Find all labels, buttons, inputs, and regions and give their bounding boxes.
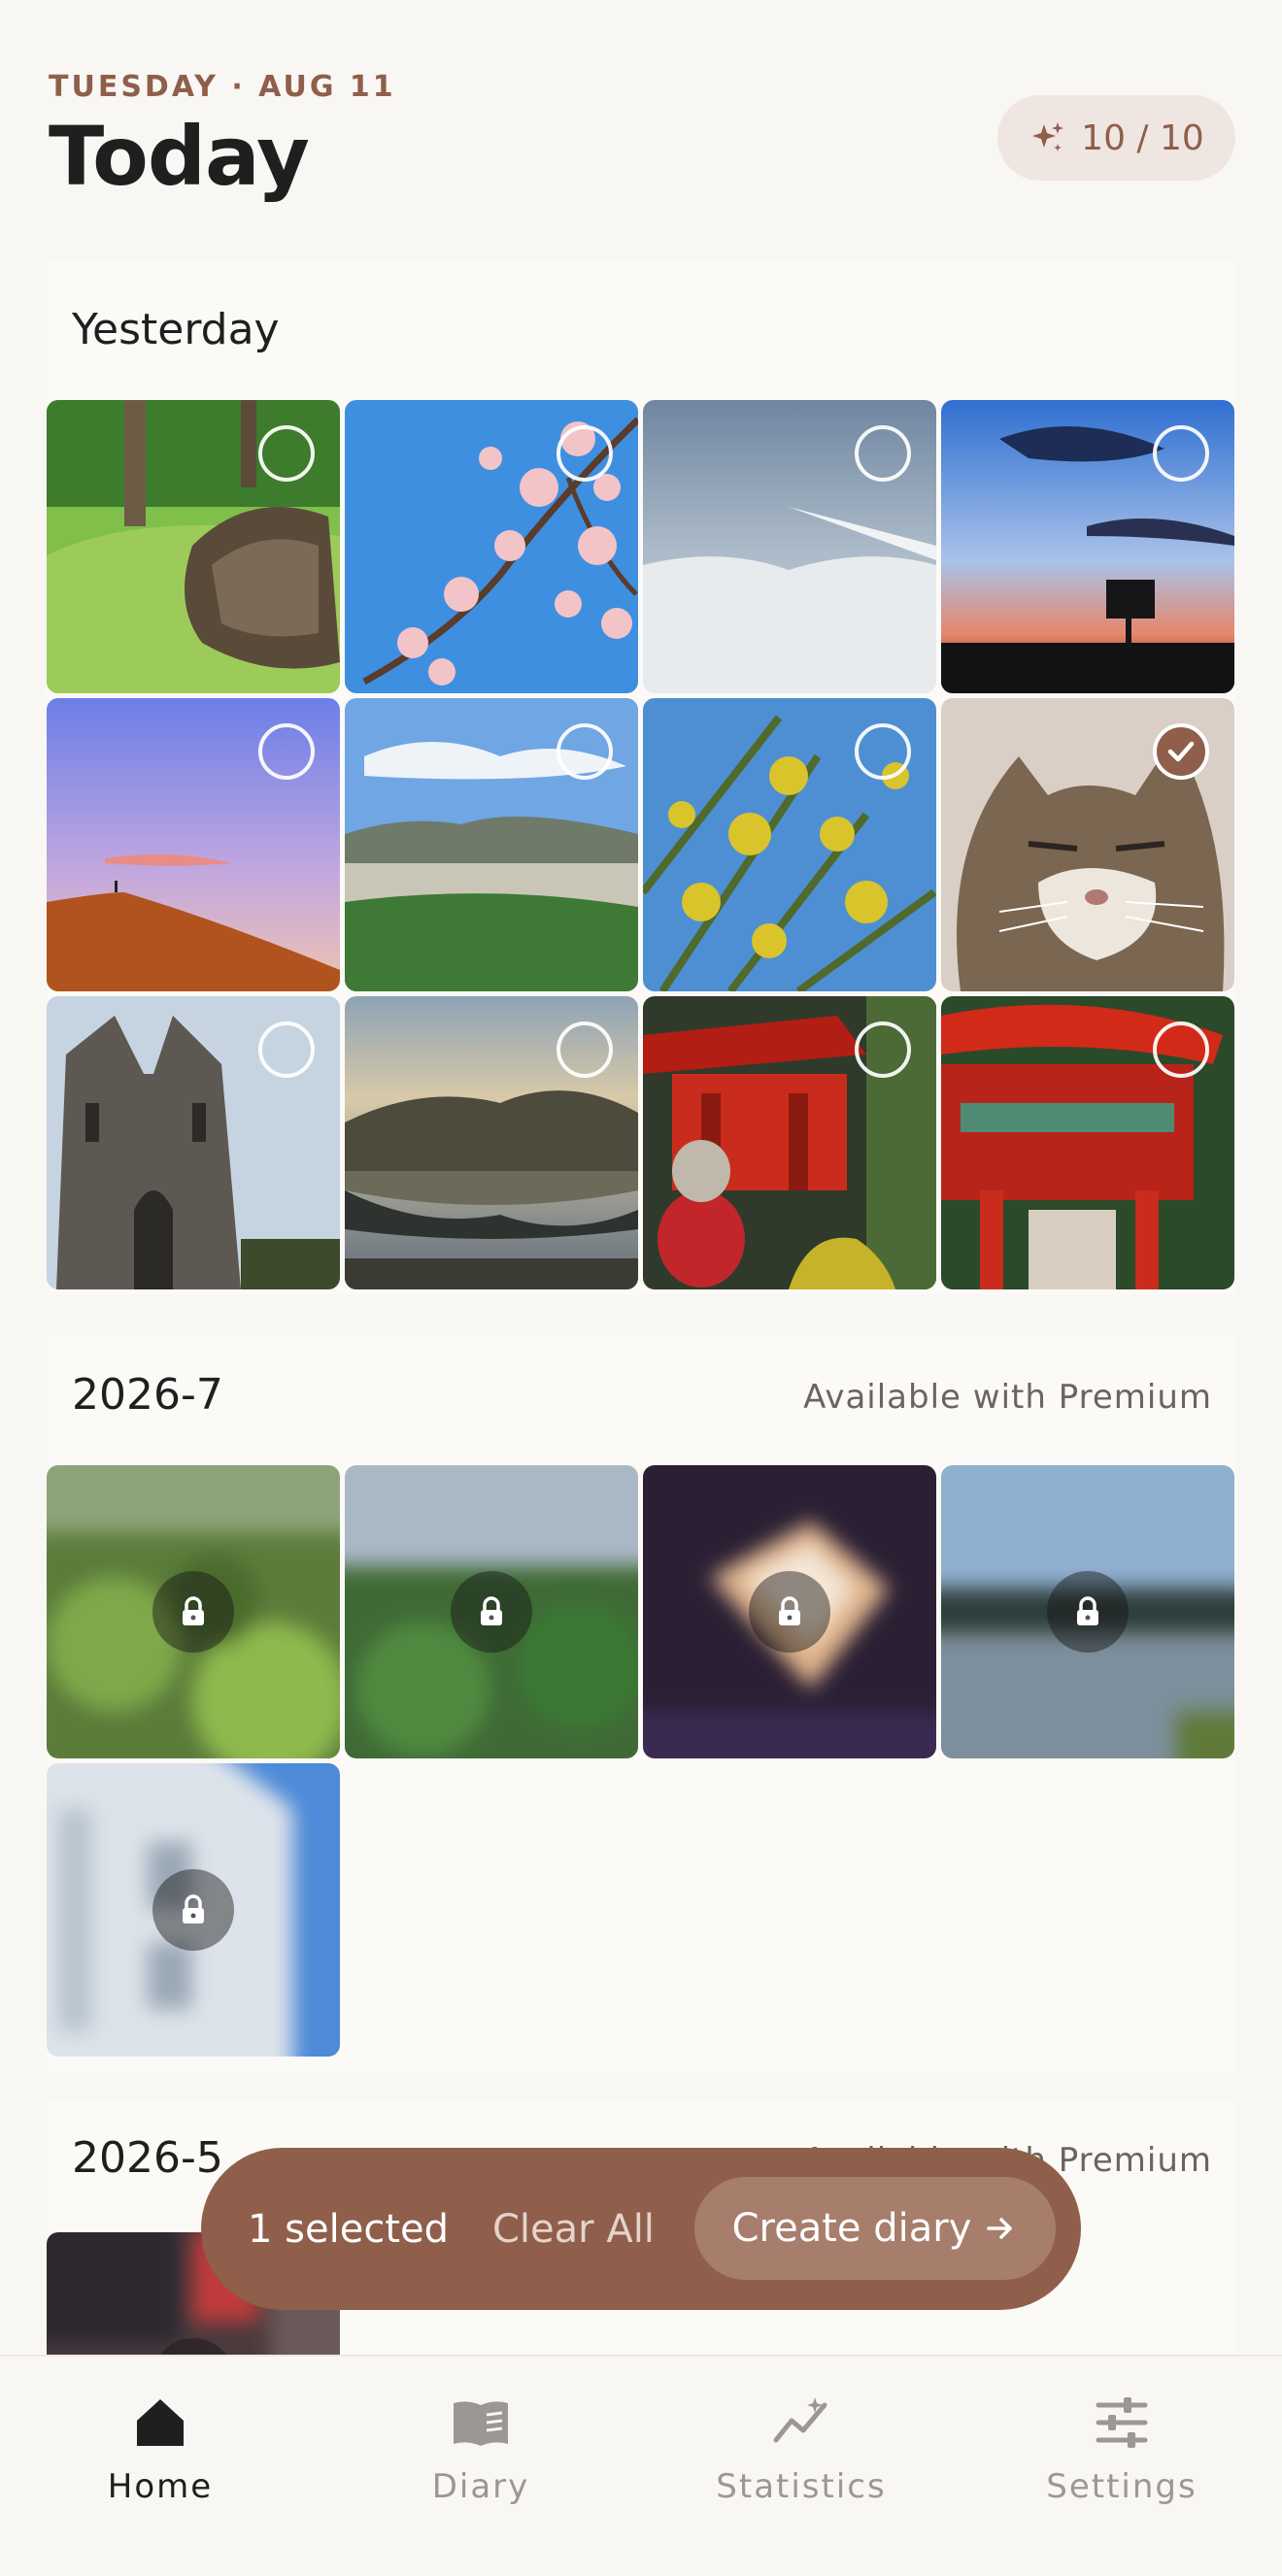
select-checkbox[interactable]: [855, 425, 911, 482]
lock-badge: [152, 1869, 234, 1951]
locked-photo-tile[interactable]: [345, 1465, 638, 1758]
locked-photo-tile[interactable]: [47, 1763, 340, 2057]
home-icon: [137, 2399, 184, 2446]
nav-item-statistics[interactable]: Statistics: [641, 2357, 962, 2576]
photo-tile[interactable]: [643, 400, 936, 693]
create-diary-label: Create diary: [731, 2206, 972, 2251]
locked-photo-tile[interactable]: [941, 1465, 1234, 1758]
select-checkbox[interactable]: [1153, 425, 1209, 482]
select-checkbox[interactable]: [557, 425, 613, 482]
photo-tile[interactable]: [47, 400, 340, 693]
photo-tile[interactable]: [47, 698, 340, 991]
selection-action-bar: 1 selected Clear All Create diary: [201, 2148, 1081, 2310]
select-checkbox[interactable]: [258, 723, 315, 780]
bottom-nav: Home Diary Statistics Settings: [0, 2355, 1282, 2576]
lock-badge: [749, 1571, 830, 1653]
photo-tile[interactable]: [345, 400, 638, 693]
lock-badge: [1047, 1571, 1129, 1653]
photo-tile[interactable]: [643, 996, 936, 1289]
photo-tile[interactable]: [941, 698, 1234, 991]
section-title: Yesterday: [72, 305, 280, 354]
select-checkbox[interactable]: [258, 1021, 315, 1078]
photo-tile[interactable]: [643, 698, 936, 991]
locked-photo-tile[interactable]: [47, 1465, 340, 1758]
nav-item-settings[interactable]: Settings: [962, 2357, 1282, 2576]
lock-icon: [779, 1596, 800, 1625]
arrow-right-icon: [987, 2218, 1013, 2239]
section-2026-7: 2026-7 Available with Premium: [47, 1335, 1235, 2073]
lock-icon: [1077, 1596, 1098, 1625]
create-diary-button[interactable]: Create diary: [694, 2177, 1056, 2280]
lock-icon: [183, 1894, 204, 1924]
sliders-icon: [1096, 2397, 1148, 2448]
photo-tile[interactable]: [47, 996, 340, 1289]
quota-text: 10 / 10: [1081, 117, 1204, 158]
select-checkbox[interactable]: [1153, 1021, 1209, 1078]
lock-icon: [183, 1596, 204, 1625]
quota-badge[interactable]: 10 / 10: [997, 95, 1235, 181]
select-checkbox-checked[interactable]: [1153, 723, 1209, 780]
section-title: 2026-5: [72, 2133, 223, 2183]
lock-badge: [451, 1571, 532, 1653]
select-checkbox[interactable]: [557, 1021, 613, 1078]
date-label: TUESDAY · AUG 11: [49, 70, 396, 104]
photo-tile[interactable]: [345, 698, 638, 991]
select-checkbox[interactable]: [557, 723, 613, 780]
section-title: 2026-7: [72, 1370, 223, 1420]
premium-note[interactable]: Available with Premium: [803, 1378, 1212, 1417]
chart-icon: [773, 2397, 827, 2443]
book-icon: [454, 2401, 508, 2446]
nav-item-diary[interactable]: Diary: [320, 2357, 641, 2576]
select-checkbox[interactable]: [258, 425, 315, 482]
photo-tile[interactable]: [941, 400, 1234, 693]
nav-label: Home: [107, 2467, 214, 2506]
header: TUESDAY · AUG 11 Today 10 / 10: [0, 0, 1282, 243]
nav-item-home[interactable]: Home: [0, 2357, 320, 2576]
page-title: Today: [49, 109, 310, 204]
nav-label: Statistics: [716, 2467, 887, 2506]
check-icon: [1167, 741, 1195, 762]
nav-label: Settings: [1046, 2467, 1198, 2506]
photo-tile[interactable]: [941, 996, 1234, 1289]
sparkle-icon: [1032, 122, 1064, 151]
locked-photo-tile[interactable]: [643, 1465, 936, 1758]
clear-all-button[interactable]: Clear All: [492, 2207, 655, 2252]
lock-badge: [152, 1571, 234, 1653]
selected-count: 1 selected: [248, 2206, 450, 2252]
lock-icon: [481, 1596, 502, 1625]
select-checkbox[interactable]: [855, 723, 911, 780]
select-checkbox[interactable]: [855, 1021, 911, 1078]
section-yesterday: Yesterday: [47, 262, 1235, 1294]
nav-label: Diary: [431, 2467, 530, 2506]
photo-tile[interactable]: [345, 996, 638, 1289]
